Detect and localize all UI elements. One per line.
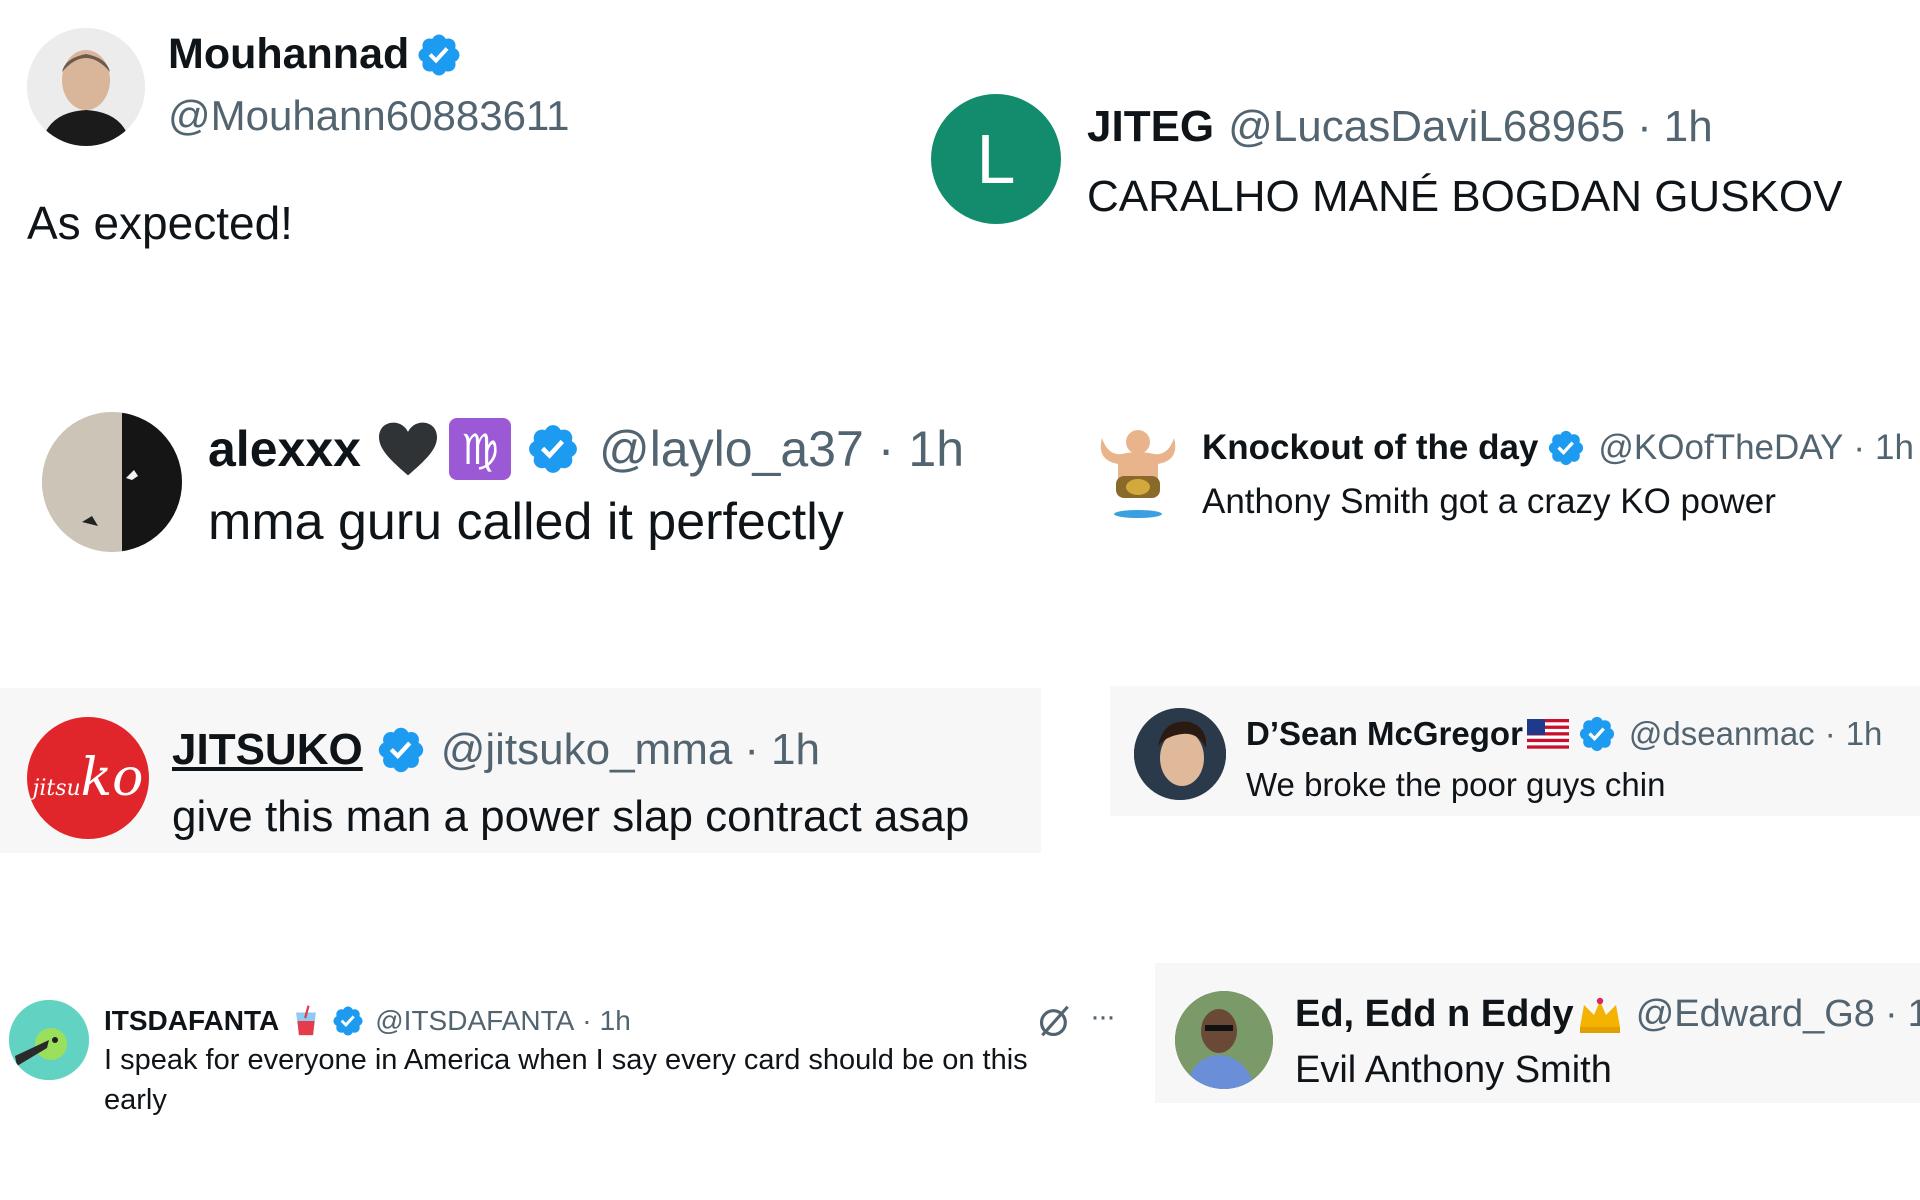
us-flag-icon: [1526, 719, 1569, 749]
timestamp[interactable]: 1h: [908, 420, 964, 478]
tweet-text-line-2: early: [104, 1084, 167, 1116]
avatar-logo-text: jitsu ko: [32, 748, 144, 808]
verified-badge-icon: [375, 724, 427, 776]
tweet-dsean-mcgregor: D’Sean McGregor @dseanmac · 1h We broke …: [1110, 686, 1920, 816]
separator-dot: ·: [744, 725, 759, 774]
tweet-text: mma guru called it perfectly: [208, 493, 844, 551]
separator-dot: ·: [1824, 715, 1836, 752]
tweet-mouhannad: Mouhannad @Mouhann60883611 As expected!: [0, 0, 900, 300]
avatar[interactable]: L: [931, 94, 1061, 224]
person-photo-icon: [1134, 708, 1226, 800]
handle[interactable]: @Mouhann60883611: [168, 92, 570, 140]
display-name[interactable]: Knockout of the day: [1202, 428, 1538, 468]
display-name[interactable]: JITSUKO: [172, 725, 363, 775]
tweet-alexxx: alexxx ♍ @laylo_a37 · 1h mma guru called…: [0, 400, 1050, 580]
wall-photo-icon: [42, 412, 182, 552]
display-name[interactable]: alexxx: [208, 420, 361, 478]
timestamp[interactable]: 1h: [1664, 102, 1713, 152]
grok-icon[interactable]: [1036, 1002, 1074, 1040]
black-heart-icon: [378, 422, 437, 476]
tweet-text: We broke the poor guys chin: [1246, 766, 1666, 803]
handle[interactable]: @Edward_G8: [1636, 993, 1875, 1036]
display-name[interactable]: Mouhannad: [168, 30, 409, 79]
handle[interactable]: @KOofTheDAY: [1598, 428, 1843, 468]
separator-dot: ·: [1884, 993, 1898, 1035]
avatar[interactable]: jitsu ko: [27, 717, 149, 839]
tweet-itsdafanta: ITSDAFANTA @ITSDAFANTA · 1h ··· I speak …: [0, 980, 1140, 1140]
tweet-text: As expected!: [27, 197, 293, 249]
display-name[interactable]: ITSDAFANTA: [104, 1005, 279, 1037]
svg-text:♍: ♍: [461, 425, 499, 474]
avatar[interactable]: [1175, 991, 1273, 1089]
tweet-text: Anthony Smith got a crazy KO power: [1202, 482, 1776, 521]
handle[interactable]: @laylo_a37: [599, 420, 864, 478]
display-name[interactable]: Ed, Edd n Eddy: [1295, 993, 1574, 1036]
display-name[interactable]: D’Sean McGregor: [1246, 715, 1523, 753]
avatar[interactable]: [1088, 420, 1188, 520]
more-icon[interactable]: ···: [1090, 1000, 1116, 1034]
tweet-text: Evil Anthony Smith: [1295, 1049, 1612, 1091]
handle[interactable]: @ITSDAFANTA: [375, 1005, 574, 1037]
tweet-text-line-1: I speak for everyone in America when I s…: [104, 1044, 1028, 1076]
handle[interactable]: @dseanmac: [1629, 715, 1815, 753]
drink-icon: [296, 1005, 317, 1036]
timestamp[interactable]: 1h: [1908, 993, 1920, 1036]
verified-badge-icon: [1546, 428, 1586, 468]
separator-dot: ·: [1853, 428, 1866, 467]
separator-dot: ·: [877, 421, 895, 477]
virgo-icon: ♍: [448, 418, 511, 480]
person-photo-icon: [1175, 991, 1273, 1089]
verified-badge-icon: [525, 421, 581, 477]
display-name[interactable]: JITEG: [1087, 102, 1214, 152]
verified-badge-icon: [415, 31, 463, 79]
avatar[interactable]: [27, 28, 145, 146]
avatar[interactable]: [9, 1000, 89, 1080]
avatar-letter: L: [976, 120, 1016, 198]
timestamp[interactable]: 1h: [600, 1005, 631, 1037]
handle[interactable]: @LucasDaviL68965: [1228, 102, 1625, 152]
separator-dot: ·: [1637, 102, 1652, 151]
separator-dot: ·: [582, 1005, 592, 1036]
avatar[interactable]: [42, 412, 182, 552]
timestamp[interactable]: 1h: [1875, 428, 1914, 468]
fighter-icon: [1100, 430, 1176, 518]
tweet-text: CARALHO MANÉ BOGDAN GUSKOV: [1087, 172, 1843, 221]
crown-icon: [1579, 997, 1620, 1033]
person-photo-icon: [27, 28, 145, 146]
handle[interactable]: @jitsuko_mma: [441, 725, 733, 775]
tweet-jiteg: L JITEG @LucasDaviL68965 · 1h CARALHO MA…: [920, 80, 1920, 250]
cartoon-avatar-icon: [9, 1000, 89, 1080]
tweet-jitsuko: jitsu ko JITSUKO @jitsuko_mma · 1h give …: [0, 688, 1041, 853]
verified-badge-icon: [1577, 714, 1617, 754]
timestamp[interactable]: 1h: [771, 725, 820, 775]
tweet-knockout-of-the-day: Knockout of the day @KOofTheDAY · 1h Ant…: [1080, 410, 1920, 540]
timestamp[interactable]: 1h: [1846, 715, 1883, 753]
tweet-ed-edd-n-eddy: Ed, Edd n Eddy @Edward_G8 · 1h Evil Anth…: [1155, 963, 1920, 1103]
tweet-text: give this man a power slap contract asap: [172, 792, 970, 841]
verified-badge-icon: [331, 1004, 365, 1038]
avatar[interactable]: [1134, 708, 1226, 800]
